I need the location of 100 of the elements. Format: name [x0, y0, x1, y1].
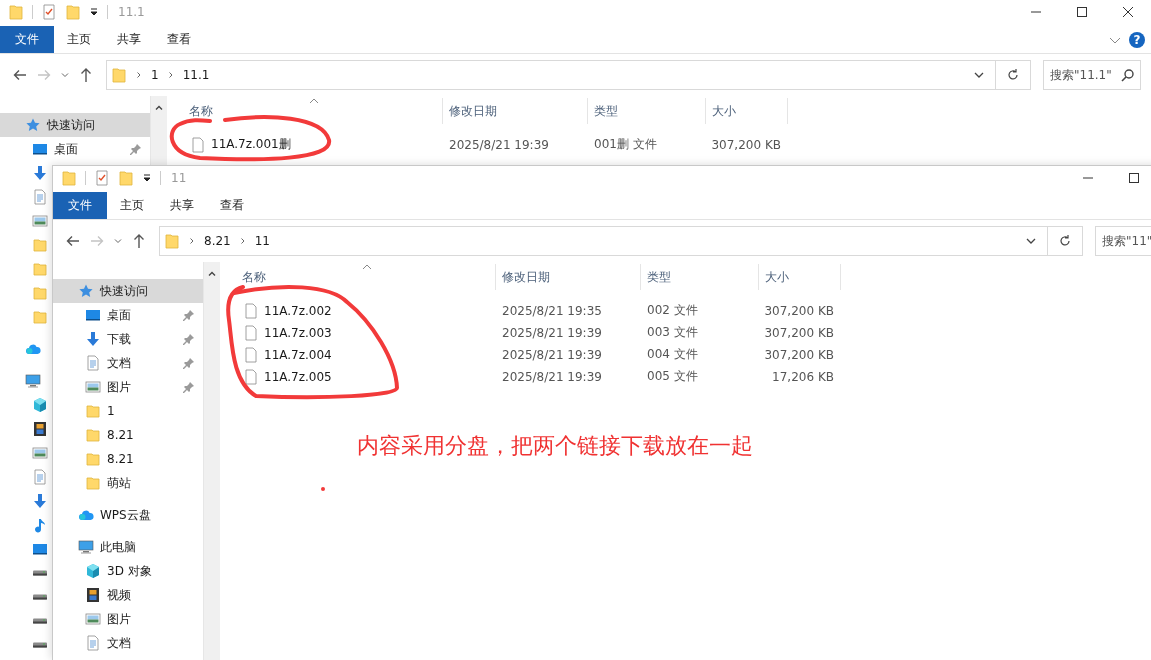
breadcrumb[interactable]: 8.21 [204, 234, 231, 248]
chevron-right-icon [188, 237, 196, 245]
drive-icon [32, 570, 48, 576]
window-title: 11 [171, 171, 187, 185]
sort-caret-icon [362, 264, 372, 270]
scroll-up-icon[interactable] [207, 269, 217, 279]
column-header[interactable]: 名称 [167, 98, 443, 124]
file-name[interactable]: 11A.7z.003 [264, 325, 332, 340]
search-field[interactable]: 搜索"11" [1095, 226, 1151, 256]
refresh-button[interactable] [1048, 226, 1083, 256]
search-icon [1121, 68, 1135, 82]
column-header[interactable]: 名称 [220, 264, 496, 290]
sidebar-item[interactable]: 萌站 [53, 471, 139, 495]
chevron-right-icon [166, 71, 175, 79]
close-icon[interactable] [1122, 6, 1134, 18]
sidebar-item[interactable]: 3D 对象 [53, 559, 160, 583]
scrollbar[interactable] [203, 262, 220, 660]
refresh-icon [1058, 234, 1072, 248]
annotation-text: 内容采用分盘，把两个链接下载放在一起 [357, 432, 753, 460]
ribbon-tab[interactable]: 共享 [104, 26, 154, 53]
image-icon [85, 611, 101, 627]
dropdown-icon[interactable] [89, 7, 99, 17]
sidebar-item[interactable]: 8.21 [53, 447, 142, 471]
folder-icon [85, 475, 101, 491]
maximize-icon[interactable] [1128, 172, 1140, 184]
file-icon [245, 324, 257, 341]
folder-icon [164, 233, 180, 249]
sidebar-item[interactable]: 1 [53, 399, 123, 423]
help-button[interactable]: ? [1129, 31, 1145, 48]
file-icon [192, 136, 204, 153]
address-bar[interactable]: 8.21 11 [159, 226, 1048, 256]
sidebar-item[interactable]: 桌面 [0, 137, 150, 161]
ribbon-tab[interactable]: 文件 [0, 26, 54, 53]
ribbon-tab[interactable]: 主页 [54, 26, 104, 53]
sidebar-item[interactable]: 快速访问 [53, 279, 203, 303]
scroll-up-icon[interactable] [154, 103, 164, 113]
modified-date: 2025/8/21 19:39 [449, 137, 549, 152]
modified-date: 2025/8/21 19:35 [502, 303, 602, 318]
dropdown-icon[interactable] [142, 173, 152, 183]
file-name[interactable]: 11A.7z.005 [264, 369, 332, 384]
file-type: 002 文件 [647, 303, 698, 317]
sidebar-item[interactable]: 文档 [53, 631, 139, 655]
monitor-icon [32, 541, 48, 557]
column-header[interactable]: 大小 [759, 264, 841, 290]
ribbon-tab[interactable]: 文件 [53, 192, 107, 219]
film-icon [32, 421, 48, 437]
document-icon [85, 355, 101, 371]
back-arrow-icon[interactable] [65, 233, 81, 249]
ribbon-tab[interactable]: 主页 [107, 192, 157, 219]
address-bar[interactable]: 1 11.1 [106, 60, 996, 90]
refresh-button[interactable] [996, 60, 1031, 90]
image-icon [32, 445, 48, 461]
checklist-icon[interactable] [94, 170, 110, 186]
ribbon-tab[interactable]: 共享 [157, 192, 207, 219]
cube-icon [32, 397, 48, 413]
dot-mark [321, 487, 325, 491]
column-header[interactable]: 修改日期 [496, 264, 641, 290]
column-header[interactable]: 修改日期 [443, 98, 588, 124]
sidebar-item[interactable]: 图片 [53, 607, 139, 631]
image-icon [85, 379, 101, 395]
folder-icon [32, 261, 48, 277]
sidebar-item[interactable]: 图片 [53, 375, 203, 399]
column-header[interactable]: 大小 [706, 98, 788, 124]
file-name[interactable]: 11A.7z.001删 [211, 136, 291, 153]
cube-icon [85, 563, 101, 579]
folder-icon [111, 67, 127, 83]
ribbon-tab[interactable]: 查看 [207, 192, 257, 219]
sidebar-item[interactable]: 桌面 [53, 303, 203, 327]
maximize-icon[interactable] [1076, 6, 1088, 18]
folder-icon [85, 451, 101, 467]
sidebar-item[interactable]: WPS云盘 [53, 503, 159, 527]
file-name[interactable]: 11A.7z.004 [264, 347, 332, 362]
breadcrumb[interactable]: 1 [151, 68, 159, 82]
image-icon [32, 213, 48, 229]
sidebar-item[interactable]: 此电脑 [53, 535, 144, 559]
checklist-icon[interactable] [41, 4, 57, 20]
sidebar-item[interactable]: 下载 [53, 327, 203, 351]
file-name[interactable]: 11A.7z.002 [264, 303, 332, 318]
file-size: 17,206 KB [772, 369, 834, 384]
search-field[interactable]: 搜索"11.1" [1043, 60, 1141, 90]
breadcrumb[interactable]: 11.1 [182, 68, 210, 82]
music-note-icon [32, 517, 48, 533]
drive-icon [32, 642, 48, 648]
computer-icon [78, 539, 94, 555]
breadcrumb[interactable]: 11 [254, 234, 270, 248]
back-arrow-icon[interactable] [12, 67, 28, 83]
sidebar-item[interactable]: 快速访问 [0, 113, 150, 137]
sidebar-item[interactable]: 8.21 [53, 423, 142, 447]
ribbon-tab[interactable]: 查看 [154, 26, 204, 53]
folder-icon [85, 427, 101, 443]
sidebar-item[interactable]: 文档 [53, 351, 203, 375]
sidebar-item[interactable]: 视频 [53, 583, 139, 607]
file-size: 307,200 KB [764, 325, 834, 340]
file-type: 004 文件 [647, 347, 698, 361]
chevron-right-icon [238, 237, 247, 245]
film-icon [85, 587, 101, 603]
column-header[interactable]: 类型 [588, 98, 706, 124]
file-size: 307,200 KB [711, 137, 781, 152]
column-header[interactable]: 类型 [641, 264, 759, 290]
file-size: 307,200 KB [764, 347, 834, 362]
